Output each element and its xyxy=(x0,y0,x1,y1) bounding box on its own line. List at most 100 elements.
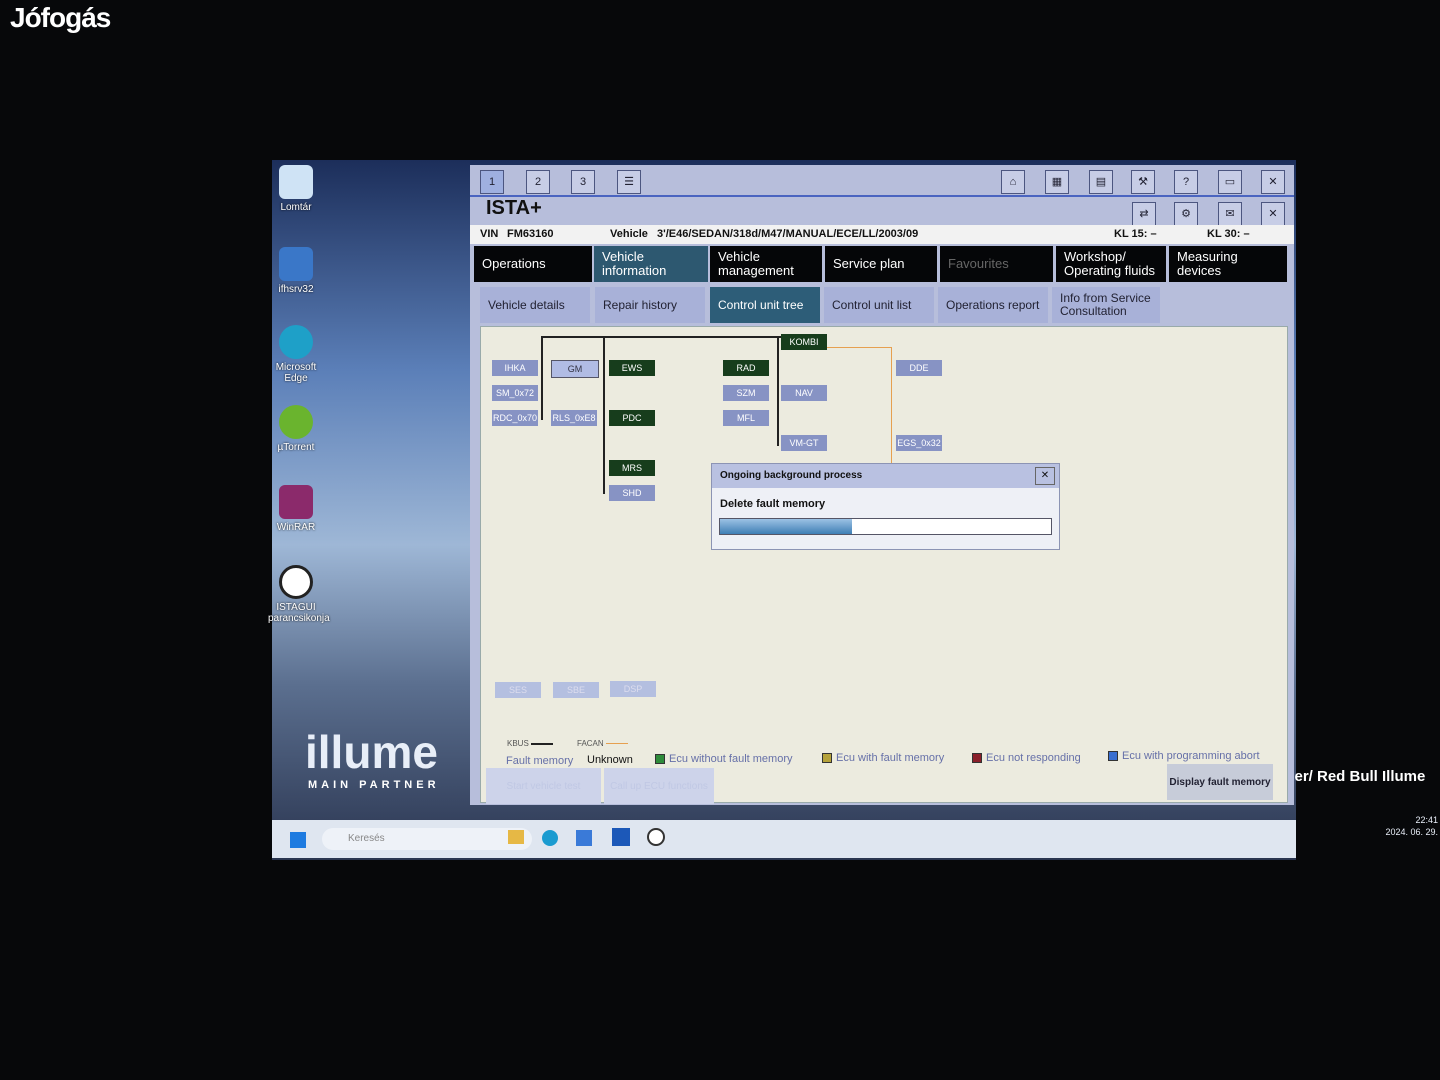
nav-vehicle-management[interactable]: Vehicle management xyxy=(710,246,822,282)
subnav-operations-report[interactable]: Operations report xyxy=(938,287,1048,323)
fault-memory-label: Fault memory xyxy=(506,755,574,767)
ista-taskbar-icon[interactable] xyxy=(647,828,665,846)
ecu-dde[interactable]: DDE xyxy=(896,360,942,376)
icon-label: WinRAR xyxy=(276,522,316,533)
vin-label: VIN xyxy=(480,228,499,240)
ecu-egs[interactable]: EGS_0x32 xyxy=(896,435,942,451)
ecu-vm-gt[interactable]: VM-GT xyxy=(781,435,827,451)
facan-label: FACAN xyxy=(577,739,604,748)
tab-1[interactable]: 1 xyxy=(480,170,504,194)
display-fault-memory-button[interactable]: Display fault memory xyxy=(1167,764,1273,800)
ecu-ihka[interactable]: IHKA xyxy=(492,360,538,376)
kbus-line xyxy=(541,336,784,338)
ecu-sm[interactable]: SM_0x72 xyxy=(492,385,538,401)
close-session-icon[interactable]: ✕ xyxy=(1261,202,1285,226)
icon-label: Lomtár xyxy=(280,202,312,213)
ecu-szm[interactable]: SZM xyxy=(723,385,769,401)
ecu-rad[interactable]: RAD xyxy=(723,360,769,376)
time: 22:41 xyxy=(1415,815,1438,825)
ecu-pdc[interactable]: PDC xyxy=(609,410,655,426)
icon-label: ISTAGUI parancsikonja xyxy=(268,602,330,624)
nav-measuring-devices[interactable]: Measuring devices xyxy=(1169,246,1287,282)
call-ecu-functions-button[interactable]: Call up ECU functions xyxy=(604,768,714,804)
taskbar: Keresés 22:41 2024. 06. 29. xyxy=(272,815,1438,858)
istagui-icon[interactable]: ISTAGUI parancsikonja xyxy=(268,565,330,624)
ecu-mfl[interactable]: MFL xyxy=(723,410,769,426)
windows-start-icon[interactable] xyxy=(290,832,306,848)
nav-favourites[interactable]: Favourites xyxy=(940,246,1053,282)
kbus-line xyxy=(541,336,543,420)
ifhsrv32-icon[interactable]: ifhsrv32 xyxy=(268,247,324,295)
clock: 22:41 2024. 06. 29. xyxy=(1382,814,1438,838)
subnav-control-unit-tree[interactable]: Control unit tree xyxy=(710,287,820,323)
recycle-bin-icon[interactable]: Lomtár xyxy=(268,165,324,213)
tab-2[interactable]: 2 xyxy=(526,170,550,194)
legend-label: Ecu without fault memory xyxy=(669,753,793,765)
subnav-info-service-consultation[interactable]: Info from Service Consultation xyxy=(1052,287,1160,323)
ecu-kombi[interactable]: KOMBI xyxy=(781,334,827,350)
nav-vehicle-information[interactable]: Vehicle information xyxy=(594,246,708,282)
connection-icon[interactable]: ⇄ xyxy=(1132,202,1156,226)
ecu-shd[interactable]: SHD xyxy=(609,485,655,501)
mail-icon[interactable]: ✉ xyxy=(1218,202,1242,226)
print-icon[interactable]: ▤ xyxy=(1089,170,1113,194)
l-app-icon[interactable] xyxy=(612,828,630,846)
subnav-vehicle-details[interactable]: Vehicle details xyxy=(480,287,590,323)
ecu-ses[interactable]: SES xyxy=(495,682,541,698)
ecu-gm[interactable]: GM xyxy=(551,360,599,378)
app-title: ISTA+ xyxy=(486,197,542,219)
green-status-icon xyxy=(655,754,665,765)
help-icon[interactable]: ? xyxy=(1174,170,1198,194)
close-icon[interactable]: ✕ xyxy=(1261,170,1285,194)
tab-3[interactable]: 3 xyxy=(571,170,595,194)
legend-without-fault: Ecu without fault memory xyxy=(655,753,793,765)
dialog-title-bar: Ongoing background process ✕ xyxy=(712,464,1059,488)
gear-icon[interactable]: ⚙ xyxy=(1174,202,1198,226)
nav-workshop[interactable]: Workshop/ Operating fluids xyxy=(1056,246,1166,282)
ecu-dsp[interactable]: DSP xyxy=(610,681,656,697)
winrar-icon[interactable]: WinRAR xyxy=(268,485,324,533)
legend-programming-abort: Ecu with programming abort xyxy=(1108,750,1260,762)
file-explorer-icon[interactable] xyxy=(508,830,524,844)
wrench-icon[interactable]: ⚒ xyxy=(1131,170,1155,194)
start-vehicle-test-button[interactable]: Start vehicle test xyxy=(486,768,601,804)
list-icon[interactable]: ☰ xyxy=(617,170,641,194)
ecu-nav[interactable]: NAV xyxy=(781,385,827,401)
wallpaper-sub: MAIN PARTNER xyxy=(308,779,440,791)
blue-status-icon xyxy=(1108,751,1118,762)
red-status-icon xyxy=(972,753,982,764)
facan-line xyxy=(891,347,892,467)
dialog-message: Delete fault memory xyxy=(720,498,826,510)
edge-icon[interactable]: Microsoft Edge xyxy=(268,325,324,384)
progress-bar xyxy=(719,518,1052,535)
icon-label: Microsoft Edge xyxy=(275,362,317,384)
icon-label: ifhsrv32 xyxy=(278,284,314,295)
home-icon[interactable]: ⌂ xyxy=(1001,170,1025,194)
search-input[interactable]: Keresés xyxy=(322,828,532,850)
nav-operations[interactable]: Operations xyxy=(474,246,592,282)
kbus-line xyxy=(777,336,779,446)
minimize-icon[interactable]: ▭ xyxy=(1218,170,1242,194)
ecu-rls[interactable]: RLS_0xE8 xyxy=(551,410,597,426)
legend-with-fault: Ecu with fault memory xyxy=(822,752,944,764)
background-process-dialog: Ongoing background process ✕ Delete faul… xyxy=(711,463,1060,550)
vehicle-icon[interactable]: ▦ xyxy=(1045,170,1069,194)
ecu-sbe[interactable]: SBE xyxy=(553,682,599,698)
subnav-repair-history[interactable]: Repair history xyxy=(595,287,705,323)
vin-value: FM63160 xyxy=(507,228,554,240)
legend-not-responding: Ecu not responding xyxy=(972,752,1081,764)
vehicle-value: 3'/E46/SEDAN/318d/M47/MANUAL/ECE/LL/2003… xyxy=(657,228,919,240)
subnav-control-unit-list[interactable]: Control unit list xyxy=(824,287,934,323)
nav-service-plan[interactable]: Service plan xyxy=(825,246,937,282)
ecu-ews[interactable]: EWS xyxy=(609,360,655,376)
ecu-mrs[interactable]: MRS xyxy=(609,460,655,476)
kbus-line xyxy=(603,336,605,494)
dialog-close-icon[interactable]: ✕ xyxy=(1035,467,1055,485)
ecu-rdc[interactable]: RDC_0x70 xyxy=(492,410,538,426)
store-icon[interactable] xyxy=(576,830,592,846)
edge-taskbar-icon[interactable] xyxy=(542,830,558,846)
kl30: KL 30: – xyxy=(1207,228,1250,240)
utorrent-icon[interactable]: µTorrent xyxy=(268,405,324,453)
legend-label: Ecu with fault memory xyxy=(836,752,945,764)
wallpaper-logo: illume xyxy=(305,726,438,778)
